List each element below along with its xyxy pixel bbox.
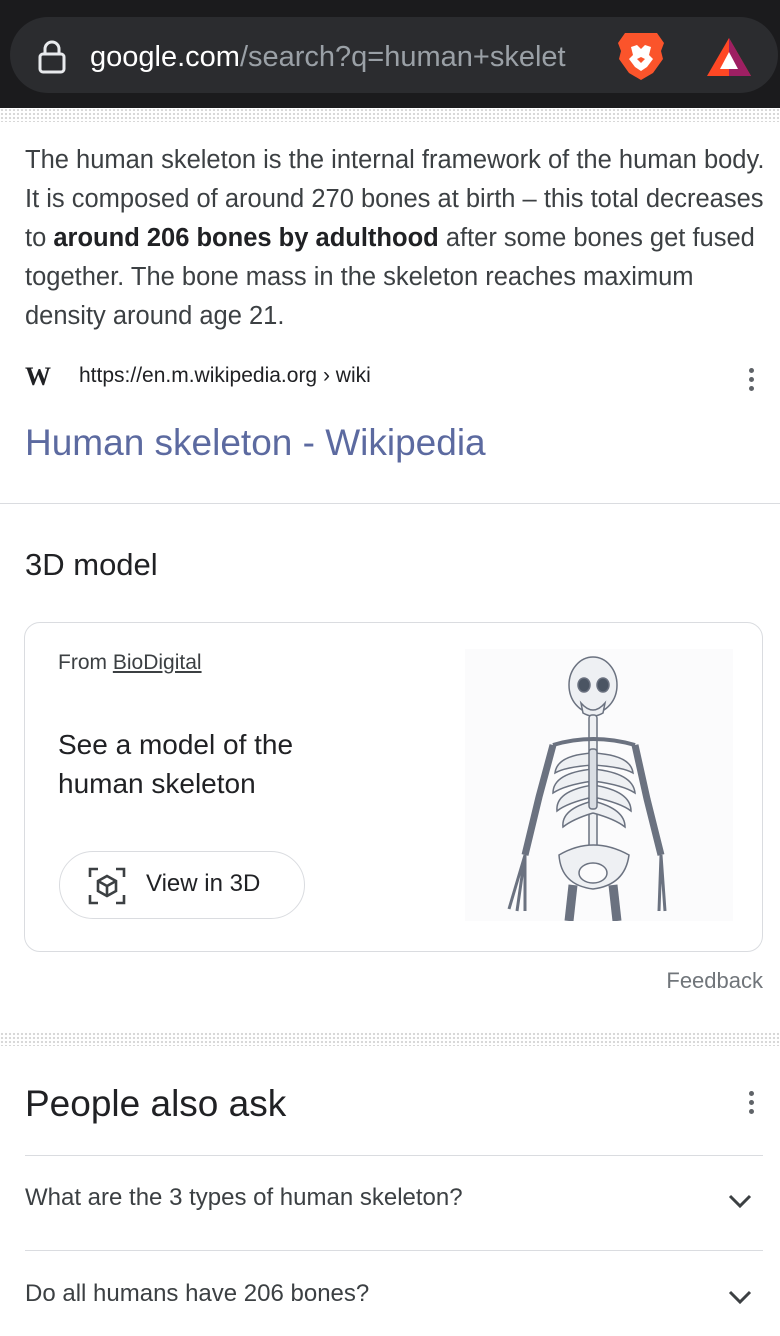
- section-separator: [0, 108, 780, 122]
- bat-rewards-icon[interactable]: [706, 36, 752, 78]
- address-bar[interactable]: google.com/search?q=human+skelet: [10, 17, 778, 93]
- question-text: What are the 3 types of human skeleton?: [25, 1184, 463, 1211]
- divider: [0, 503, 780, 504]
- section-separator: [0, 1032, 780, 1046]
- result-title-link[interactable]: Human skeleton - Wikipedia: [25, 422, 486, 464]
- model-section-title: 3D model: [25, 547, 158, 582]
- chevron-down-icon: [728, 1290, 752, 1305]
- brave-lion-icon[interactable]: [615, 29, 667, 83]
- source-row: W https://en.m.wikipedia.org › wiki: [25, 362, 765, 392]
- source-url[interactable]: https://en.m.wikipedia.org › wiki: [79, 364, 371, 388]
- skeleton-image[interactable]: [465, 649, 733, 921]
- biodigital-link[interactable]: BioDigital: [113, 651, 202, 674]
- more-options-icon[interactable]: [747, 368, 755, 398]
- url-text[interactable]: google.com/search?q=human+skelet: [90, 37, 610, 77]
- featured-snippet-text: The human skeleton is the internal frame…: [25, 141, 765, 336]
- model-card-heading: See a model of the human skeleton: [58, 729, 294, 799]
- question-text: Do all humans have 206 bones?: [25, 1280, 370, 1307]
- lock-icon: [38, 40, 66, 74]
- feedback-link[interactable]: Feedback: [666, 968, 763, 994]
- view-in-3d-button[interactable]: View in 3D: [59, 851, 305, 919]
- browser-toolbar: google.com/search?q=human+skelet: [0, 0, 780, 108]
- model-card: From BioDigital See a model of the human…: [24, 622, 763, 952]
- url-path: /search?q=human+skelet: [239, 41, 566, 73]
- wikipedia-favicon-icon: W: [25, 362, 51, 391]
- snippet-bold-answer: around 206 bones by adulthood: [53, 224, 439, 252]
- url-domain: google.com: [90, 41, 240, 73]
- more-options-icon[interactable]: [747, 1091, 755, 1121]
- from-label: From: [58, 651, 107, 674]
- view-in-3d-label: View in 3D: [146, 870, 261, 897]
- divider: [25, 1250, 763, 1251]
- cube-3d-icon: [88, 867, 126, 905]
- model-source: From BioDigital: [58, 651, 202, 675]
- question-item[interactable]: What are the 3 types of human skeleton?: [25, 1172, 763, 1232]
- people-also-ask-title: People also ask: [25, 1083, 287, 1124]
- question-item[interactable]: Do all humans have 206 bones?: [25, 1268, 763, 1328]
- chevron-down-icon: [728, 1194, 752, 1209]
- divider: [25, 1155, 763, 1156]
